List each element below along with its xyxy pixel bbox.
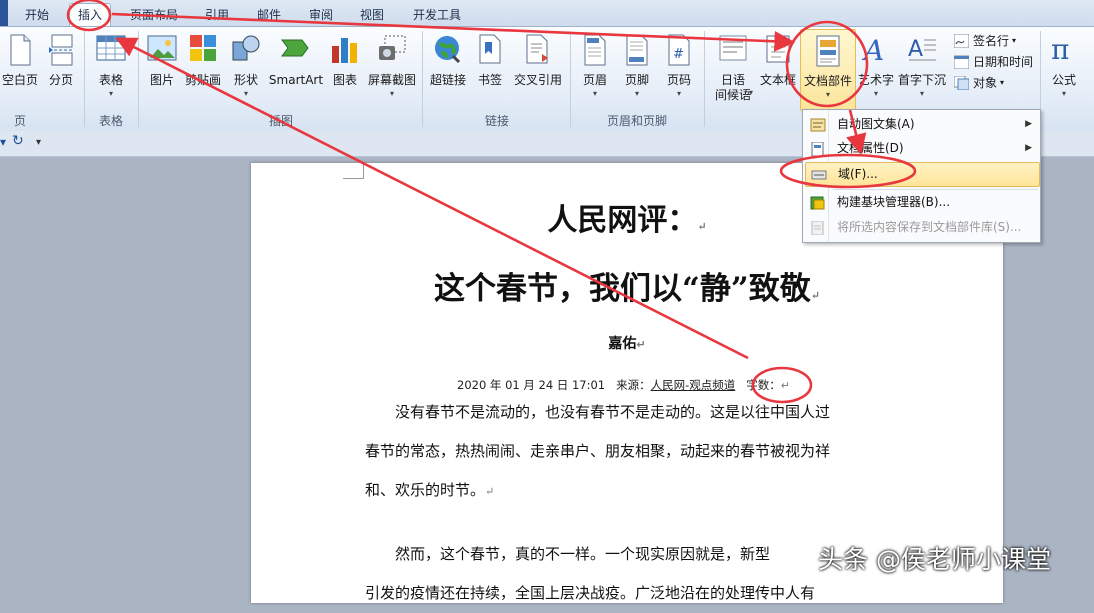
annotation-arrow-to-field bbox=[846, 109, 867, 156]
annotation-arrow-to-insert bbox=[115, 37, 749, 360]
annotation-arrow-to-quick-parts bbox=[111, 12, 796, 52]
annotation-circle-field bbox=[779, 153, 917, 189]
watermark: 头条 @侯老师小课堂 bbox=[818, 545, 1051, 574]
annotation-overlay bbox=[66, 0, 917, 404]
annotation-circle-quick-parts bbox=[785, 20, 869, 108]
annotation-circle-insert-tab bbox=[66, 0, 112, 32]
annotation-circle-word-count bbox=[751, 366, 813, 404]
